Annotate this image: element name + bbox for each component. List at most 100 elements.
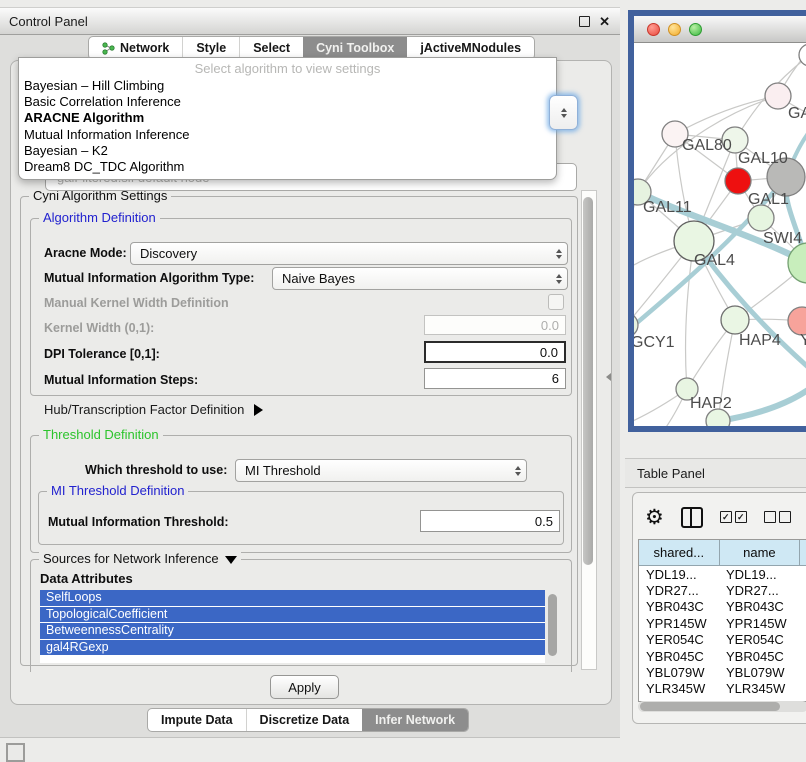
select-all-columns-button[interactable]: ✓ ✓ [720, 511, 747, 523]
network-tab-icon [102, 42, 115, 55]
dropdown-item[interactable]: Dream8 DC_TDC Algorithm [19, 159, 556, 175]
dropdown-item[interactable]: Bayesian – Hill Climbing [19, 78, 556, 94]
apply-button[interactable]: Apply [270, 675, 339, 699]
aracne-mode-combo[interactable]: Discovery [130, 242, 568, 265]
combo-spinner-icon [510, 466, 526, 476]
combo-spinner-icon [551, 274, 567, 284]
node-label: GAL10 [738, 150, 788, 167]
network-window-titlebar[interactable] [634, 16, 806, 43]
split-divider-handle[interactable] [606, 373, 611, 381]
table-row[interactable]: YDL19... YDL19... 13 [639, 566, 806, 582]
column-header[interactable]: shared... [639, 540, 720, 566]
close-traffic-light-icon[interactable] [647, 23, 660, 36]
tab-style[interactable]: Style [182, 37, 239, 59]
table-body: YDL19... YDL19... 13 YDR27... YDR27... 1… [639, 566, 806, 701]
control-panel-title: Control Panel [0, 14, 88, 29]
mi-threshold-input[interactable]: 0.5 [420, 510, 560, 532]
dpi-tolerance-label: DPI Tolerance [0,1]: [44, 347, 160, 361]
spinner-up-icon [561, 108, 567, 112]
checked-checkbox-icon: ✓ [720, 511, 732, 523]
dropdown-item-selected[interactable]: ARACNE Algorithm [19, 110, 556, 126]
unchecked-checkbox-icon [779, 511, 791, 523]
kernel-width-label: Kernel Width (0,1): [44, 321, 154, 335]
which-threshold-combo[interactable]: MI Threshold [235, 459, 527, 482]
table-row[interactable]: YER054C YER054C 8. [639, 632, 806, 648]
tab-impute-data[interactable]: Impute Data [148, 709, 246, 731]
mi-threshold-label: Mutual Information Threshold: [48, 515, 229, 529]
table-scrollbar-thumb[interactable] [640, 702, 780, 711]
node-label: HAP2 [690, 395, 732, 412]
node-label: GAL11 [643, 199, 692, 216]
algorithm-dropdown-list: Select algorithm to view settings Bayesi… [18, 57, 557, 180]
control-panel-titlebar[interactable]: Control Panel ✕ [0, 7, 620, 35]
attribute-item-selected[interactable]: SelfLoops [40, 590, 545, 606]
tab-infer-network[interactable]: Infer Network [362, 709, 468, 731]
tab-cyni-toolbox[interactable]: Cyni Toolbox [303, 37, 407, 59]
manual-kernel-width-checkbox[interactable] [548, 294, 564, 310]
node-hap4[interactable] [721, 306, 749, 334]
aracne-mode-label: Aracne Mode: [44, 246, 127, 260]
minimized-panel-icon[interactable] [6, 743, 25, 762]
table-header-row: shared... name [639, 540, 806, 566]
dropdown-placeholder: Select algorithm to view settings [19, 60, 556, 78]
table-row[interactable]: YLR345W YLR345W 9. [639, 681, 806, 697]
node-swi4[interactable] [748, 205, 774, 231]
dpi-tolerance-input[interactable]: 0.0 [424, 341, 566, 363]
zoom-traffic-light-icon[interactable] [689, 23, 702, 36]
close-window-icon[interactable]: ✕ [599, 15, 610, 28]
mi-steps-input[interactable]: 6 [424, 368, 566, 389]
float-window-icon[interactable] [579, 16, 590, 27]
tab-jactivemnodules[interactable]: jActiveMNodules [407, 37, 534, 59]
node-label: HAP4 [739, 332, 781, 349]
tab-network-label: Network [120, 41, 169, 55]
columns-icon[interactable] [681, 507, 703, 528]
gear-icon[interactable]: ⚙ [645, 507, 664, 528]
dropdown-item[interactable]: Bayesian – K2 [19, 143, 556, 159]
table-row[interactable]: YBR045C YBR045C 9. [639, 648, 806, 664]
manual-kernel-width-label: Manual Kernel Width Definition [44, 296, 229, 310]
dropdown-item[interactable]: Mutual Information Inference [19, 127, 556, 143]
node-label: GCY1 [634, 334, 675, 351]
inference-algorithm-combo-end[interactable] [549, 95, 578, 130]
dropdown-item[interactable]: Basic Correlation Inference [19, 94, 556, 110]
table-row[interactable]: YPR145W YPR145W 9. [639, 615, 806, 631]
settings-vertical-scrollbar[interactable] [581, 190, 597, 670]
hub-definition-toggle[interactable]: Hub/Transcription Factor Definition [44, 402, 263, 417]
control-panel-window: Control Panel ✕ Network Style [0, 7, 620, 738]
minimize-traffic-light-icon[interactable] [668, 23, 681, 36]
table-panel-titlebar[interactable]: Table Panel [625, 458, 806, 488]
attributes-list-scrollbar[interactable] [548, 594, 557, 656]
cyni-bottom-tabbar: Impute Data Discretize Data Infer Networ… [147, 708, 469, 732]
table-row[interactable]: YBR043C YBR043C [639, 599, 806, 615]
window-buttons: ✕ [579, 15, 620, 28]
node-salmon[interactable] [788, 307, 806, 335]
attribute-item-selected[interactable]: gal4RGexp [40, 640, 545, 656]
table-row[interactable]: YBL079W YBL079W [639, 664, 806, 680]
mi-threshold-definition-title: MI Threshold Definition [47, 483, 188, 498]
deselect-all-columns-button[interactable] [764, 511, 791, 523]
column-header[interactable] [800, 540, 806, 566]
algorithm-definition-title: Algorithm Definition [39, 210, 160, 225]
checked-checkbox-icon: ✓ [735, 511, 747, 523]
tab-discretize-data[interactable]: Discretize Data [246, 709, 363, 731]
mi-algorithm-type-combo[interactable]: Naive Bayes [272, 267, 568, 290]
network-node-labels: GAL80 GAL10 GAL1 GAL11 SWI4 GAL4 GCY1 HA… [634, 105, 806, 412]
mi-steps-label: Mutual Information Steps: [44, 373, 198, 387]
data-attributes-label: Data Attributes [40, 571, 133, 586]
table-horizontal-scrollbar[interactable] [638, 701, 806, 712]
column-header[interactable]: name [720, 540, 801, 566]
network-canvas[interactable]: GAL80 GAL10 GAL1 GAL11 SWI4 GAL4 GCY1 HA… [634, 42, 806, 426]
data-attributes-list: SelfLoops TopologicalCoefficient Between… [40, 590, 545, 663]
kernel-width-input[interactable]: 0.0 [424, 315, 566, 335]
attribute-item-selected[interactable]: BetweennessCentrality [40, 623, 545, 639]
settings-scrollbar-thumb[interactable] [583, 197, 593, 565]
attribute-item-selected[interactable]: TopologicalCoefficient [40, 607, 545, 623]
table-panel: ⚙ ✓ ✓ shared... name YDL19... YDL [632, 492, 806, 724]
screen: Control Panel ✕ Network Style [0, 0, 806, 762]
table-row[interactable]: YDR27... YDR27... 12 [639, 582, 806, 598]
chevron-down-icon [225, 556, 237, 564]
node-label: SWI4 [763, 230, 802, 247]
sources-group-title[interactable]: Sources for Network Inference [39, 551, 241, 566]
tab-network[interactable]: Network [89, 37, 182, 59]
tab-select[interactable]: Select [239, 37, 303, 59]
